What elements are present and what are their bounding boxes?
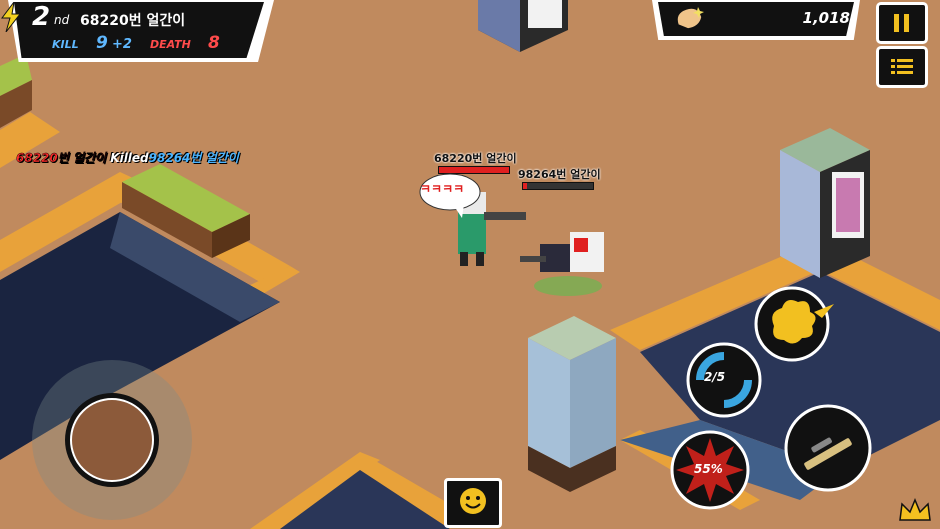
- rank-number: 2: [32, 2, 51, 32]
- enemy-nametag: 98264번 얼간이: [518, 168, 601, 181]
- chat-button[interactable]: [444, 478, 502, 528]
- killfeed-victim: 98264번 얼간이: [148, 151, 239, 165]
- crown-icon: [899, 498, 931, 521]
- charge-percent: 55%: [694, 462, 723, 476]
- kill-feed: 68220번 얼간이 Killed98264번 얼간이: [16, 149, 239, 166]
- chip-coin-icon: [676, 7, 704, 30]
- kill-bonus: +2: [112, 37, 132, 52]
- death-label: DEATH: [150, 38, 191, 51]
- killfeed-verb: Killed: [110, 151, 149, 165]
- rank-suffix: nd: [54, 13, 70, 27]
- menu-button[interactable]: [876, 46, 928, 88]
- special-action-button[interactable]: [752, 282, 838, 366]
- kill-count: 9: [96, 33, 108, 53]
- killfeed-killer: 68220번 얼간이: [16, 151, 107, 165]
- menu-icon: [891, 59, 913, 74]
- ammo-count: 2/5: [704, 370, 726, 384]
- enemy-health-bar: [522, 182, 594, 190]
- self-nametag: 68220번 얼간이: [434, 152, 517, 165]
- smiley-icon: [460, 488, 486, 514]
- player-name: 68220번 얼간이: [80, 13, 186, 29]
- currency-value: 1,018: [802, 9, 850, 27]
- kill-label: KILL: [52, 38, 79, 51]
- speech-text: ㅋㅋㅋㅋ: [420, 182, 465, 196]
- pause-icon: [894, 14, 909, 32]
- death-count: 8: [208, 33, 220, 53]
- lightning-icon: [1, 2, 22, 32]
- pause-button[interactable]: [876, 2, 928, 44]
- fire-button[interactable]: [780, 400, 876, 496]
